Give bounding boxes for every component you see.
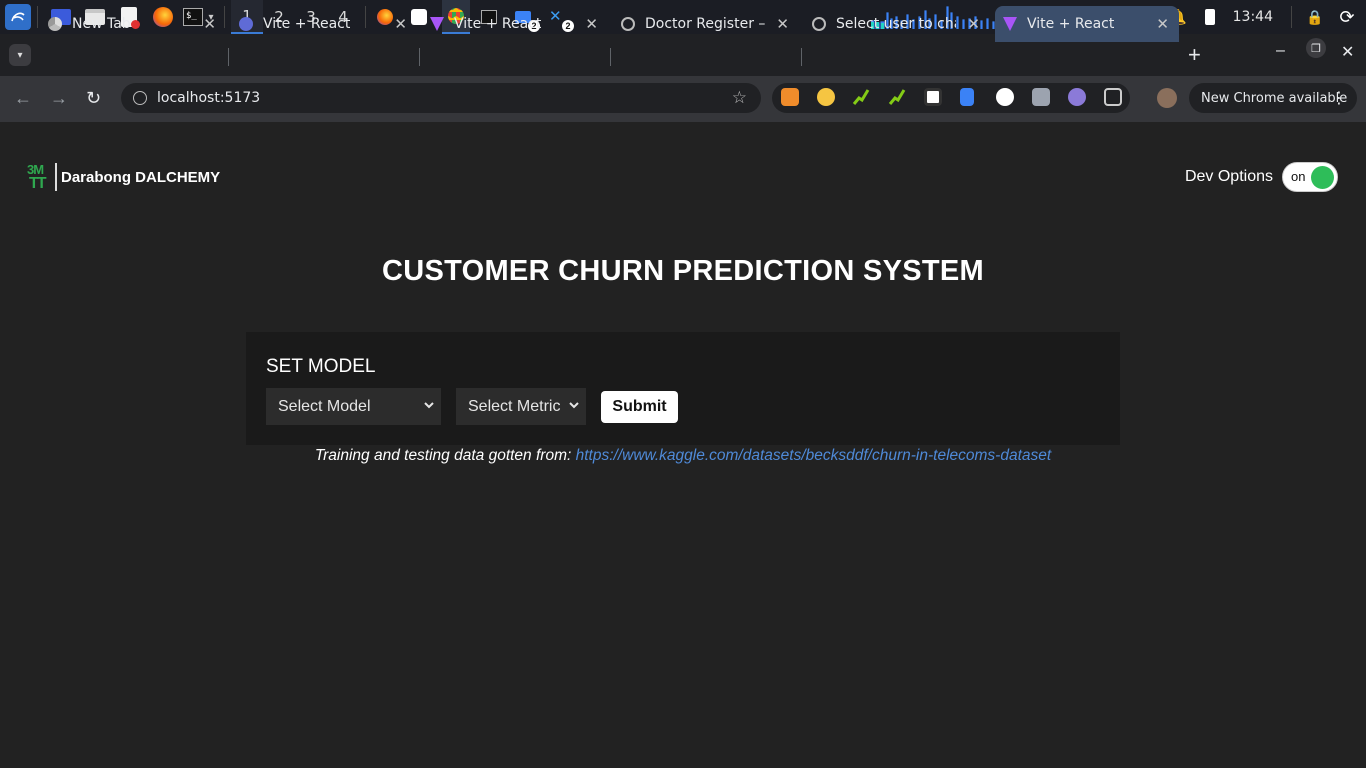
tab-divider xyxy=(419,48,420,66)
tab-divider xyxy=(610,48,611,66)
update-label: New Chrome available xyxy=(1201,90,1348,106)
close-icon[interactable]: ✕ xyxy=(203,15,216,33)
vite-favicon-icon xyxy=(430,17,444,31)
plus-icon: + xyxy=(1188,42,1201,67)
profile-avatar[interactable] xyxy=(1157,88,1177,108)
docs-extension-icon[interactable] xyxy=(960,88,974,106)
tab-divider xyxy=(228,48,229,66)
stocks-extension-icon[interactable] xyxy=(852,88,870,106)
more-vert-icon[interactable]: ⋮ xyxy=(1331,88,1347,107)
metric-select[interactable]: Select Metric xyxy=(456,388,586,425)
puzzle-extensions-icon[interactable] xyxy=(1104,88,1122,106)
close-icon[interactable]: ✕ xyxy=(1156,15,1169,33)
minimize-icon: – xyxy=(1276,42,1285,59)
tab-select-user[interactable]: Select user to char ✕ xyxy=(804,6,990,42)
close-icon: ✕ xyxy=(1341,44,1355,61)
address-bar[interactable]: localhost:5173 ☆ xyxy=(121,83,761,113)
close-icon[interactable]: ✕ xyxy=(394,15,407,33)
ghost-extension-icon[interactable] xyxy=(1068,88,1086,106)
close-icon[interactable]: ✕ xyxy=(967,15,980,33)
chrome-favicon-icon xyxy=(48,17,62,31)
emoji-extension-icon[interactable] xyxy=(817,88,835,106)
tab-doctor-register[interactable]: Doctor Register – ✕ xyxy=(613,6,799,42)
tab-divider xyxy=(801,48,802,66)
app-menu-icon[interactable] xyxy=(5,4,31,30)
tab-title: Select user to char xyxy=(836,16,956,32)
toggle-knob xyxy=(1311,166,1334,189)
taskbar-separator xyxy=(37,6,38,28)
restore-icon: ❐ xyxy=(1311,42,1321,55)
tab-title: Doctor Register – xyxy=(645,16,766,32)
page-title: CUSTOMER CHURN PREDICTION SYSTEM xyxy=(382,255,984,287)
arrow-right-icon: → xyxy=(50,88,68,108)
tab-vite-react-1[interactable]: Vite + React ✕ xyxy=(231,6,417,42)
vite-favicon-icon xyxy=(1003,17,1017,31)
globe-favicon-icon xyxy=(812,17,826,31)
close-window-button[interactable]: ✕ xyxy=(1341,42,1354,62)
tab-search-button[interactable]: ▾ xyxy=(9,44,31,66)
bookmark-star-icon[interactable]: ☆ xyxy=(732,88,747,108)
analytics-extension-icon[interactable] xyxy=(996,88,1014,106)
tab-title: New Tab xyxy=(72,16,131,32)
forward-button[interactable]: → xyxy=(50,88,68,109)
set-model-card: SET MODEL Select Model Select Metric Sub… xyxy=(246,332,1120,445)
model-select-value: Select Model xyxy=(278,397,371,415)
tab-new-tab[interactable]: New Tab ✕ xyxy=(40,6,226,42)
tab-title: Vite + React xyxy=(1027,16,1115,32)
qr-code-extension-icon[interactable] xyxy=(924,88,942,106)
card-title: SET MODEL xyxy=(266,356,376,377)
dev-options-label: Dev Options xyxy=(1184,168,1273,185)
tab-vite-react-2[interactable]: Vite + React ✕ xyxy=(422,6,608,42)
chrome-update-button[interactable]: New Chrome available ⋮ xyxy=(1189,83,1357,113)
stocks-extension-icon-2[interactable] xyxy=(888,88,906,106)
brand[interactable]: 3M TT Darabong DALCHEMY xyxy=(27,162,220,192)
chevron-down-icon xyxy=(424,402,434,409)
logo-icon: 3M TT xyxy=(27,162,46,192)
source-prefix: Training and testing data gotten from: xyxy=(314,447,572,464)
submit-button[interactable]: Submit xyxy=(601,391,678,423)
close-icon[interactable]: ✕ xyxy=(585,15,598,33)
arrow-left-icon: ← xyxy=(14,88,32,108)
close-icon[interactable]: ✕ xyxy=(776,15,789,33)
vite-favicon-icon xyxy=(239,17,253,31)
metamask-extension-icon[interactable] xyxy=(781,88,799,106)
back-button[interactable]: ← xyxy=(14,88,32,109)
dev-options: Dev Options on xyxy=(1185,162,1338,192)
photo-extension-icon[interactable] xyxy=(1032,88,1050,106)
reload-icon: ↻ xyxy=(86,88,102,108)
toggle-state-label: on xyxy=(1291,169,1306,184)
globe-favicon-icon xyxy=(621,17,635,31)
brand-divider xyxy=(55,163,57,191)
new-tab-button[interactable]: + xyxy=(1188,42,1201,68)
restore-button[interactable]: ❐ xyxy=(1306,38,1326,58)
url-text[interactable]: localhost:5173 xyxy=(157,90,260,106)
site-info-icon[interactable] xyxy=(133,91,147,105)
model-select[interactable]: Select Model xyxy=(266,388,441,425)
app-page: 3M TT Darabong DALCHEMY Dev Options on C… xyxy=(0,122,1366,768)
battery-icon[interactable] xyxy=(1199,6,1221,28)
dev-options-toggle[interactable]: on xyxy=(1282,162,1338,192)
clock[interactable]: 13:44 xyxy=(1233,9,1273,25)
data-source-note: Training and testing data gotten from: h… xyxy=(0,447,1366,465)
chevron-down-icon xyxy=(569,402,579,409)
taskbar-separator xyxy=(1291,6,1292,28)
tab-title: Vite + React xyxy=(454,16,542,32)
brand-name: Darabong DALCHEMY xyxy=(61,168,221,186)
minimize-button[interactable]: – xyxy=(1276,42,1285,60)
reload-button[interactable]: ↻ xyxy=(86,88,101,109)
dataset-link[interactable]: https://www.kaggle.com/datasets/becksddf… xyxy=(576,447,1052,464)
chevron-down-icon: ▾ xyxy=(17,49,23,61)
tab-vite-react-active[interactable]: Vite + React ✕ xyxy=(995,6,1179,42)
lock-icon[interactable]: 🔒 xyxy=(1304,6,1326,28)
tab-title: Vite + React xyxy=(263,16,351,32)
power-icon[interactable]: ⟳ xyxy=(1336,6,1358,28)
metric-select-value: Select Metric xyxy=(468,397,561,415)
